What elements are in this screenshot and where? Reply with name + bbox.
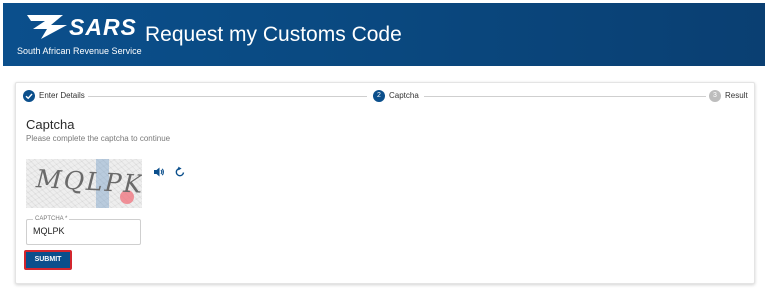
- progress-stepper: Enter Details 2 Captcha 3 Result: [16, 83, 754, 109]
- step-number-result: 3: [709, 90, 721, 102]
- refresh-icon[interactable]: [173, 165, 187, 179]
- captcha-image: MQLPK: [26, 159, 142, 208]
- speaker-icon[interactable]: [152, 165, 166, 179]
- captcha-image-text: MQLPK: [35, 164, 142, 199]
- step-connector: [88, 96, 367, 97]
- captcha-field-label: CAPTCHA *: [33, 215, 70, 224]
- submit-button[interactable]: SUBMIT: [24, 250, 72, 270]
- page-title: Request my Customs Code: [145, 23, 402, 46]
- captcha-field: CAPTCHA *: [26, 215, 141, 245]
- sars-logo[interactable]: SARS South African Revenue Service: [17, 11, 142, 59]
- section-subtitle: Please complete the captcha to continue: [26, 134, 171, 143]
- step-label-enter-details: Enter Details: [39, 91, 85, 100]
- sars-logo-mark-icon: [27, 15, 67, 39]
- logo-subtitle: South African Revenue Service: [17, 46, 142, 56]
- step-number-captcha: 2: [373, 90, 385, 102]
- section-title: Captcha: [26, 117, 75, 132]
- logo-text: SARS: [69, 14, 137, 40]
- captcha-card: Enter Details 2 Captcha 3 Result Captcha…: [15, 82, 755, 284]
- step-connector: [424, 96, 706, 97]
- app-header: SARS South African Revenue Service Reque…: [3, 3, 765, 66]
- step-label-captcha: Captcha: [389, 91, 419, 100]
- step-label-result: Result: [725, 91, 748, 100]
- submit-button-label: SUBMIT: [34, 256, 62, 263]
- captcha-input[interactable]: [33, 226, 133, 236]
- step-complete-check-icon: [23, 90, 35, 102]
